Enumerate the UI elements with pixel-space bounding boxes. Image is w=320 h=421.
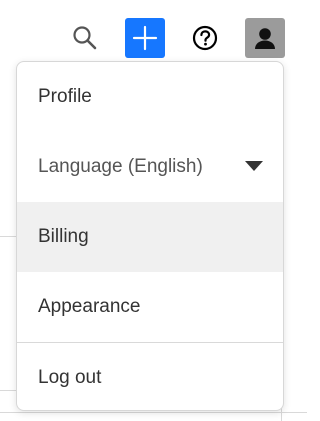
search-button[interactable]	[65, 18, 105, 58]
background-divider	[0, 412, 307, 413]
user-icon	[255, 28, 275, 49]
menu-item-label: Log out	[38, 367, 102, 388]
menu-item-label: Appearance	[38, 296, 141, 317]
help-button[interactable]	[185, 18, 225, 58]
search-icon	[73, 26, 97, 50]
menu-item-label: Language (English)	[38, 156, 203, 177]
add-button[interactable]	[125, 18, 165, 58]
menu-item-log-out[interactable]: Log out	[17, 343, 283, 410]
background-divider	[0, 236, 16, 237]
menu-item-appearance[interactable]: Appearance	[17, 272, 283, 342]
plus-icon	[132, 25, 158, 51]
menu-item-label: Profile	[38, 86, 92, 107]
menu-item-profile[interactable]: Profile	[17, 62, 283, 132]
help-circle-icon	[192, 25, 218, 51]
account-button[interactable]	[245, 18, 285, 58]
chevron-down-icon	[245, 161, 263, 171]
menu-item-language[interactable]: Language (English)	[17, 132, 283, 202]
background-divider	[0, 390, 16, 391]
menu-item-label: Billing	[38, 226, 89, 247]
account-menu: Profile Language (English) Billing Appea…	[16, 61, 284, 411]
menu-item-billing[interactable]: Billing	[17, 202, 283, 272]
